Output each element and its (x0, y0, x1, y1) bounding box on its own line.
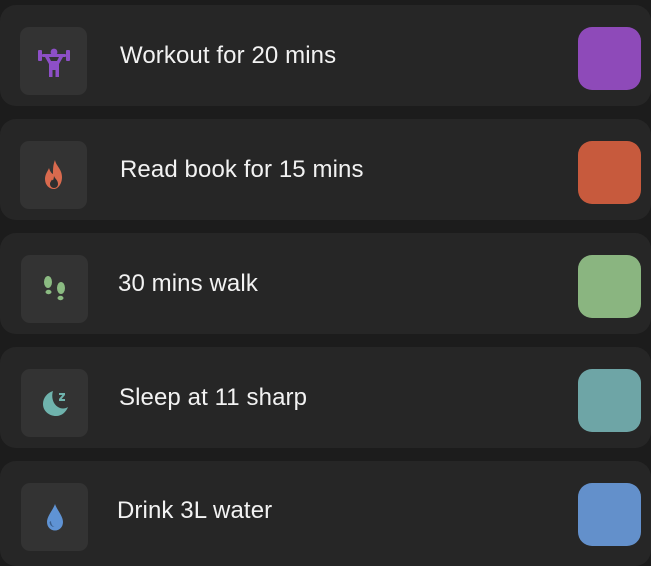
color-swatch-teal[interactable] (578, 369, 641, 432)
habit-icon-tile[interactable] (20, 141, 87, 209)
habit-card-sleep[interactable]: Sleep at 11 sharp (0, 347, 651, 448)
habit-card-walk[interactable]: 30 mins walk (0, 233, 651, 334)
habit-icon-tile[interactable] (21, 255, 88, 323)
footprints-icon (43, 276, 65, 301)
color-swatch-blue[interactable] (578, 483, 641, 546)
habit-label: Workout for 20 mins (120, 41, 337, 69)
habit-icon-tile[interactable] (21, 369, 88, 437)
habit-label: Read book for 15 mins (120, 155, 364, 183)
fire-icon (44, 160, 62, 189)
color-swatch-green[interactable] (578, 255, 641, 318)
habit-card-workout[interactable]: Workout for 20 mins (0, 5, 651, 106)
habit-label: 30 mins walk (118, 269, 258, 297)
habit-card-water[interactable]: Drink 3L water (0, 461, 651, 566)
weightlifting-icon (37, 48, 70, 77)
habit-label: Sleep at 11 sharp (119, 383, 308, 411)
habit-label: Drink 3L water (117, 497, 273, 524)
habit-list: Workout for 20 mins Read book for 15 min… (0, 0, 651, 566)
habit-icon-tile[interactable] (21, 483, 88, 551)
moon-sleep-icon (42, 391, 68, 416)
habit-card-read-book[interactable]: Read book for 15 mins (0, 119, 651, 220)
water-drop-icon (46, 504, 63, 531)
color-swatch-orange[interactable] (578, 141, 641, 204)
habit-icon-tile[interactable] (20, 27, 87, 95)
color-swatch-purple[interactable] (578, 27, 641, 90)
